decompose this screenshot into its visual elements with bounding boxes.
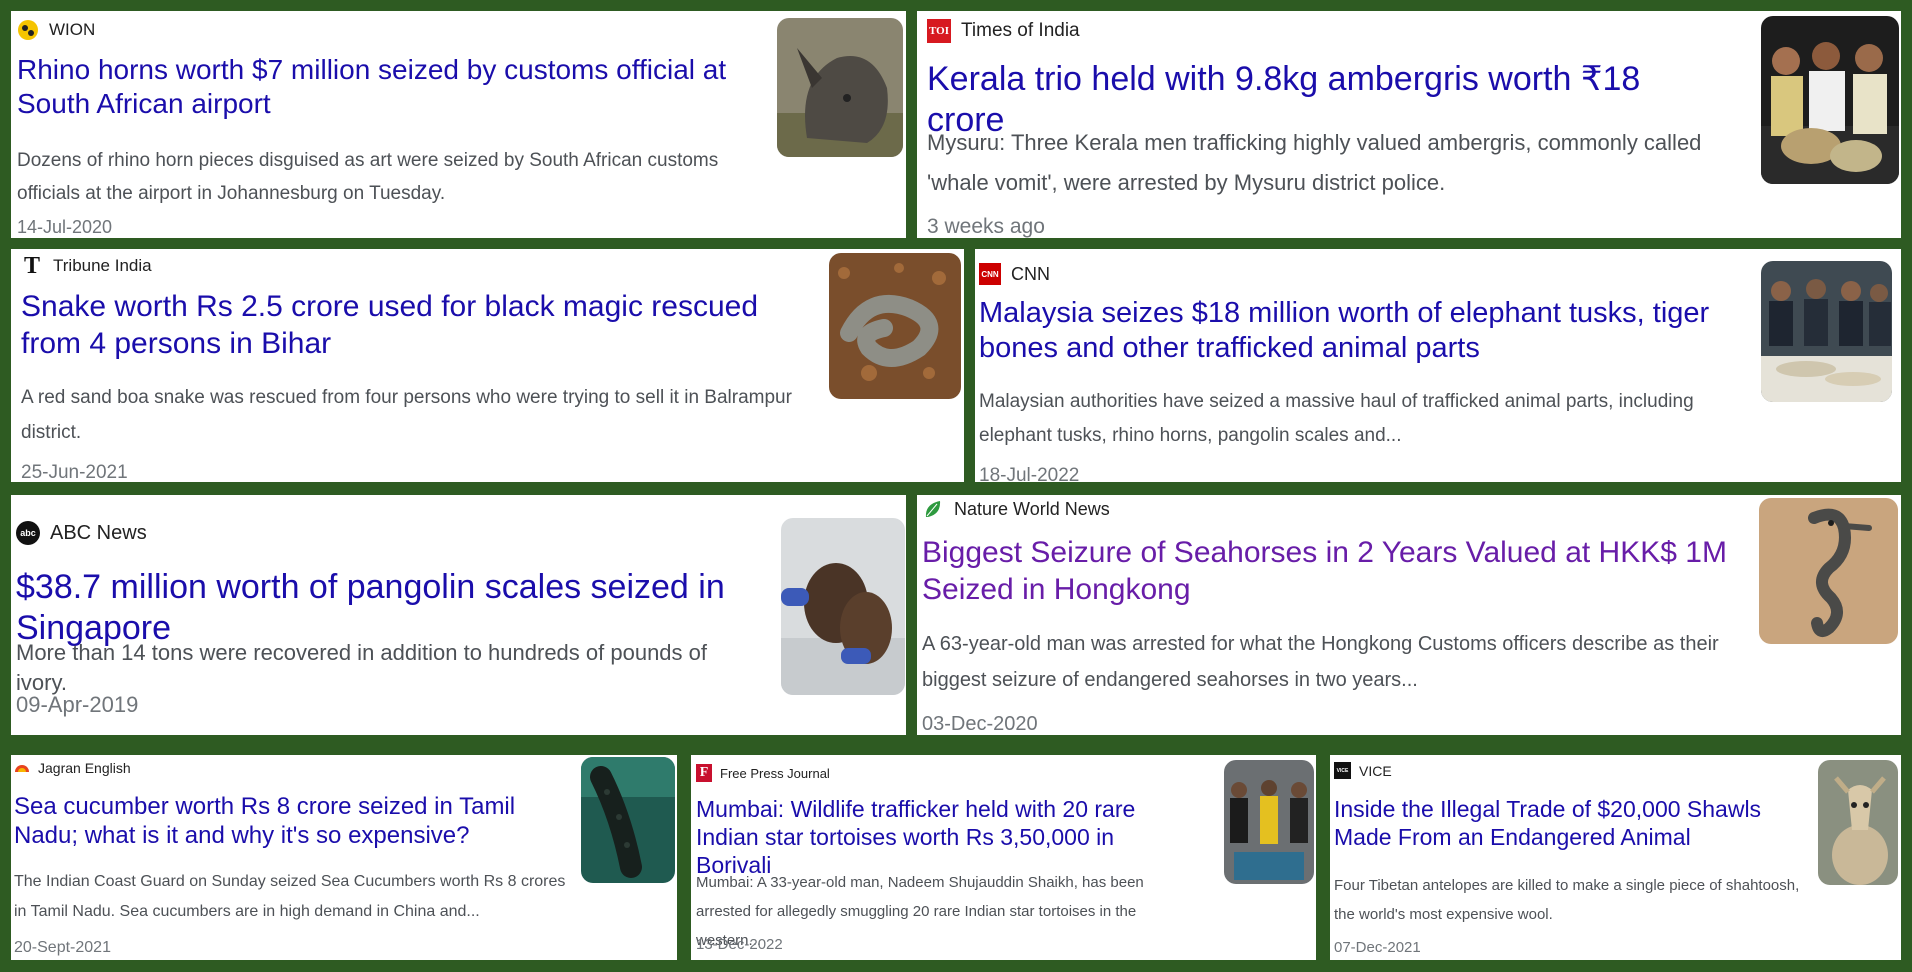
news-card-abc[interactable]: abc ABC News $38.7 million worth of pang…	[11, 495, 906, 735]
snippet: A red sand boa snake was rescued from fo…	[21, 387, 792, 443]
source-row: abc ABC News	[16, 521, 147, 545]
publish-date: 20-Sept-2021	[14, 939, 111, 956]
toi-logo-icon: TOI	[927, 19, 951, 43]
publish-date: 14-Jul-2020	[17, 217, 113, 237]
news-card-free-press-journal[interactable]: F Free Press Journal Mumbai: Wildlife tr…	[691, 755, 1316, 960]
publish-date: 3 weeks ago	[927, 215, 1045, 238]
snippet: Dozens of rhino horn pieces disguised as…	[17, 150, 719, 204]
source-row: Jagran English	[14, 760, 131, 776]
source-row: F Free Press Journal	[696, 764, 830, 782]
snippet: A 63-year-old man was arrested for what …	[922, 633, 1719, 691]
news-card-toi[interactable]: TOI Times of India Kerala trio held with…	[917, 11, 1901, 238]
headline-link[interactable]: Sea cucumber worth Rs 8 crore seized in …	[14, 792, 574, 851]
source-name: Times of India	[961, 20, 1080, 41]
snippet: Four Tibetan antelopes are killed to mak…	[1334, 877, 1800, 923]
publish-date: 07-Dec-2021	[1334, 939, 1421, 956]
leaf-logo-icon	[922, 498, 944, 520]
source-row: WION	[17, 19, 95, 41]
source-row: VICE VICE	[1334, 762, 1392, 779]
seahorse-image[interactable]	[1759, 498, 1898, 644]
news-card-wion[interactable]: WION Rhino horns worth $7 million seized…	[11, 11, 906, 238]
publish-date: 13-Dec-2022	[696, 936, 783, 953]
sea-cucumber-image[interactable]	[581, 757, 675, 883]
news-card-vice[interactable]: VICE VICE Inside the Illegal Trade of $2…	[1330, 755, 1901, 960]
tortoise-arrest-image[interactable]	[1224, 760, 1314, 884]
headline-link[interactable]: Rhino horns worth $7 million seized by c…	[17, 53, 727, 121]
source-row: T Tribune India	[21, 252, 152, 279]
source-name: Jagran English	[38, 760, 131, 776]
abc-logo-icon: abc	[16, 521, 40, 545]
publish-date: 18-Jul-2022	[979, 465, 1080, 482]
headline-link[interactable]: Mumbai: Wildlife trafficker held with 20…	[696, 795, 1186, 879]
source-row: CNN CNN	[979, 263, 1050, 285]
snippet: Malaysian authorities have seized a mass…	[979, 391, 1694, 446]
snippet: The Indian Coast Guard on Sunday seized …	[14, 873, 566, 920]
rhino-image[interactable]	[777, 18, 903, 157]
publish-date: 25-Jun-2021	[21, 462, 128, 482]
source-name: WION	[49, 20, 96, 39]
seizure-officers-image[interactable]	[1761, 261, 1892, 402]
source-name: CNN	[1011, 263, 1050, 284]
source-row: TOI Times of India	[927, 19, 1080, 43]
headline-link[interactable]: Inside the Illegal Trade of $20,000 Shaw…	[1334, 795, 1794, 851]
cnn-logo-icon: CNN	[979, 263, 1001, 285]
source-name: Tribune India	[53, 256, 152, 275]
headline-link[interactable]: Biggest Seizure of Seahorses in 2 Years …	[922, 535, 1762, 608]
news-card-jagran[interactable]: Jagran English Sea cucumber worth Rs 8 c…	[11, 755, 677, 960]
headline-link[interactable]: Malaysia seizes $18 million worth of ele…	[979, 296, 1719, 367]
news-card-tribune[interactable]: T Tribune India Snake worth Rs 2.5 crore…	[11, 249, 964, 482]
news-card-cnn[interactable]: CNN CNN Malaysia seizes $18 million wort…	[975, 249, 1901, 482]
ambergris-arrest-image[interactable]	[1761, 16, 1899, 184]
headline-link[interactable]: Snake worth Rs 2.5 crore used for black …	[21, 289, 821, 362]
source-name: ABC News	[50, 521, 147, 544]
news-card-nature-world-news[interactable]: Nature World News Biggest Seizure of Sea…	[917, 495, 1901, 735]
publish-date: 09-Apr-2019	[16, 692, 139, 717]
snippet: More than 14 tons were recovered in addi…	[16, 640, 708, 695]
antelope-image[interactable]	[1818, 760, 1898, 885]
publish-date: 03-Dec-2020	[922, 713, 1038, 735]
wion-logo-icon	[17, 19, 39, 41]
source-name: Free Press Journal	[720, 765, 830, 781]
snippet: Mysuru: Three Kerala men trafficking hig…	[927, 130, 1702, 195]
source-name: Nature World News	[954, 498, 1110, 519]
vice-logo-icon: VICE	[1334, 762, 1351, 779]
source-row: Nature World News	[922, 498, 1110, 520]
pangolin-scales-image[interactable]	[781, 518, 905, 695]
jagran-logo-icon	[14, 760, 30, 776]
fpj-logo-icon: F	[696, 764, 712, 782]
snake-image[interactable]	[829, 253, 961, 399]
source-name: VICE	[1359, 762, 1392, 779]
tribune-logo-icon: T	[23, 252, 40, 279]
